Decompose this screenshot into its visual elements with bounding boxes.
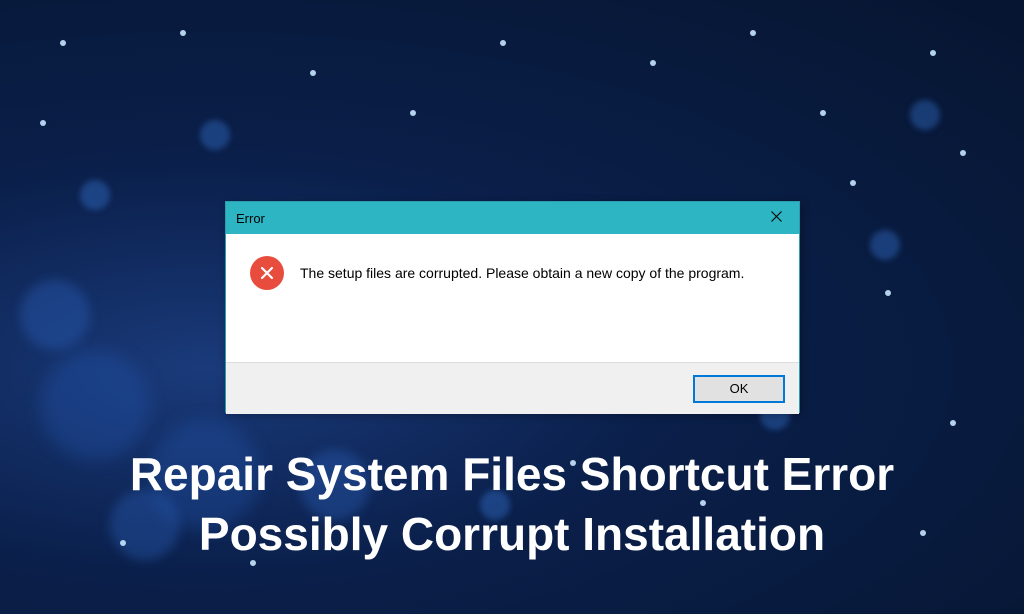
banner-line-1: Repair System Files Shortcut Error: [30, 445, 994, 505]
dialog-footer: OK: [226, 362, 799, 414]
dialog-title: Error: [236, 211, 265, 226]
ok-button[interactable]: OK: [693, 375, 785, 403]
error-icon: [250, 256, 284, 290]
dialog-body: The setup files are corrupted. Please ob…: [226, 234, 799, 362]
close-button[interactable]: [753, 202, 799, 234]
banner-line-2: Possibly Corrupt Installation: [30, 505, 994, 565]
dialog-titlebar[interactable]: Error: [226, 202, 799, 234]
error-dialog: Error The setup files are corrupted. Ple…: [225, 201, 800, 413]
dialog-message: The setup files are corrupted. Please ob…: [300, 258, 744, 284]
close-icon: [771, 209, 782, 227]
banner-heading: Repair System Files Shortcut Error Possi…: [0, 445, 1024, 565]
